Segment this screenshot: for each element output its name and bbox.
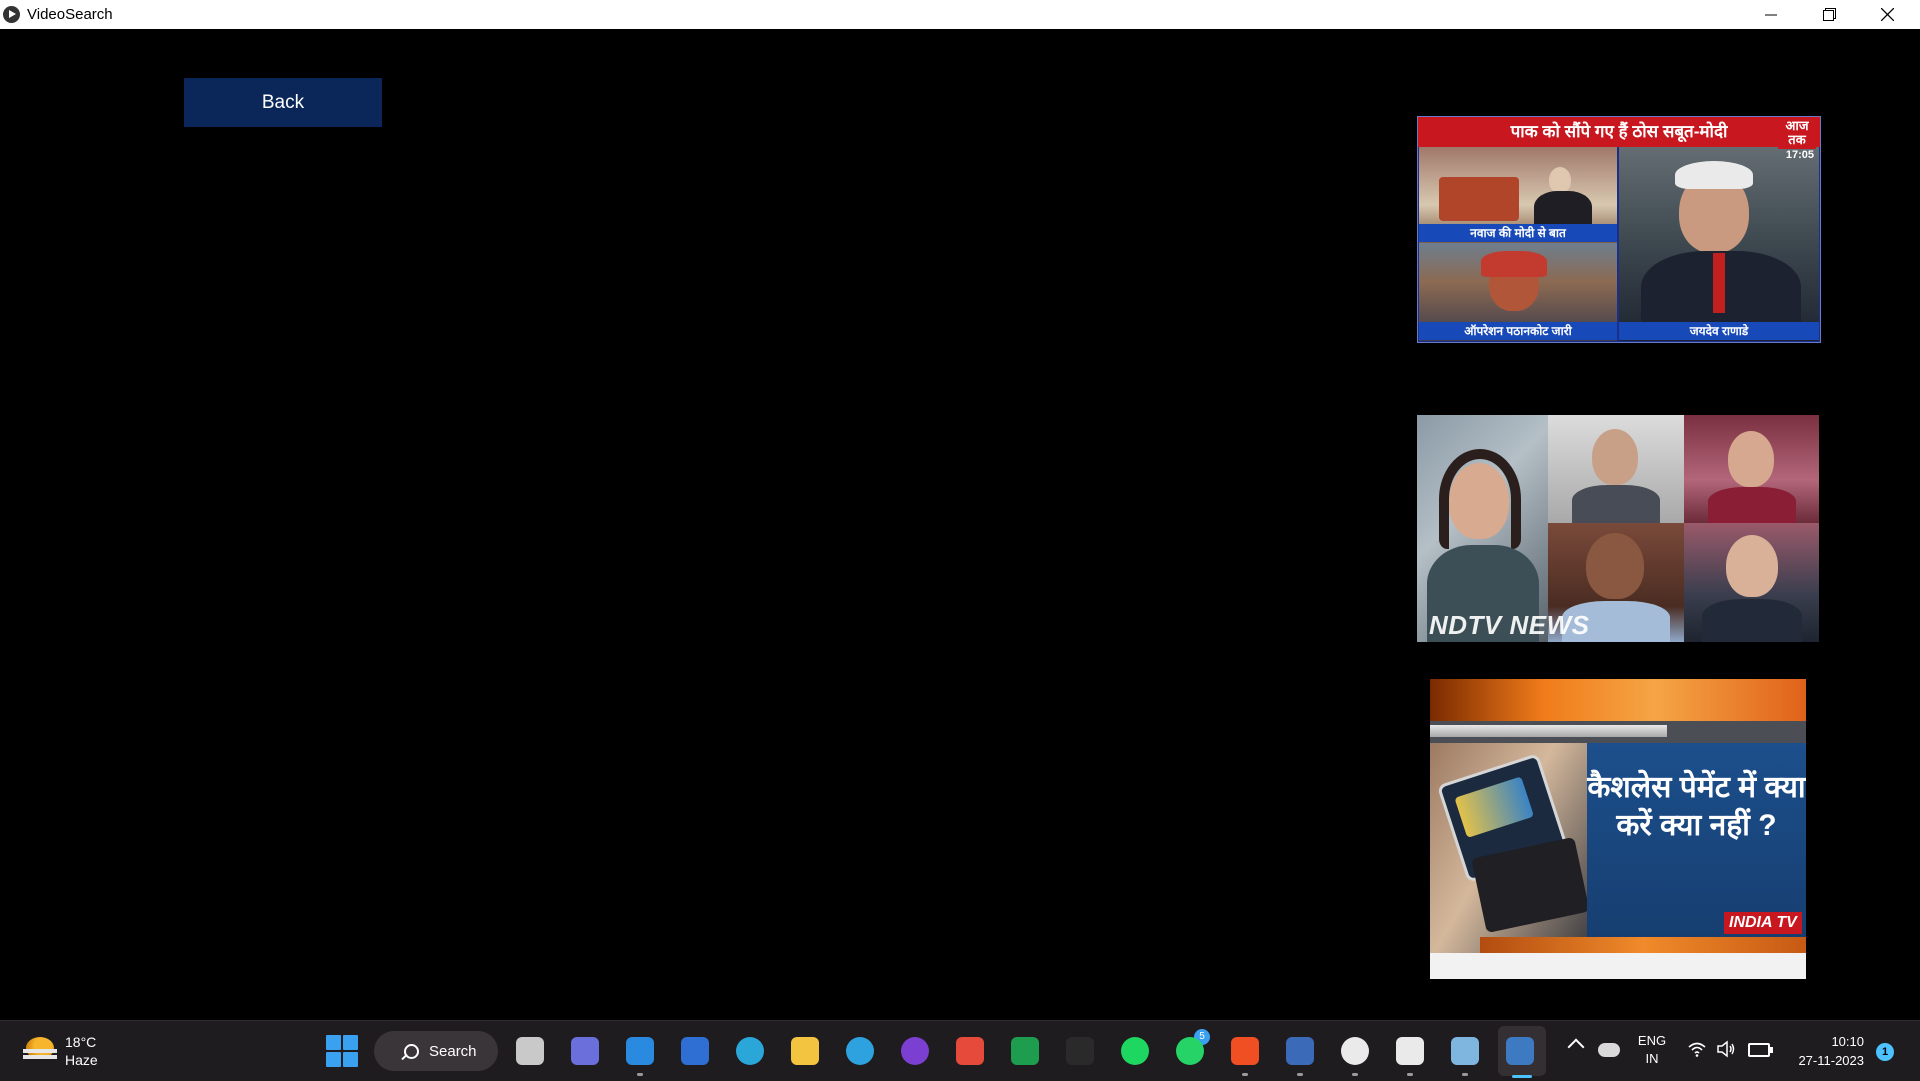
thumbnail-caption: जयदेव राणाडे [1619, 322, 1819, 340]
hair [1675, 161, 1753, 189]
show-hidden-icons-chevron-icon[interactable] [1567, 1038, 1585, 1056]
windows-logo-icon [326, 1035, 341, 1050]
volume-icon[interactable] [1716, 1040, 1736, 1058]
telegram-icon[interactable] [846, 1037, 874, 1065]
thumbnail-caption: नवाज की मोदी से बात [1419, 224, 1617, 242]
region-code: IN [1645, 1051, 1659, 1066]
channel-logo: INDIA TV [1724, 912, 1802, 934]
furniture [1439, 177, 1519, 221]
running-app-dot [637, 1073, 643, 1076]
notification-icon[interactable]: 1 [1876, 1043, 1894, 1061]
thumbnail-caption: ऑपरेशन पठानकोट जारी [1419, 322, 1617, 340]
title-bar: VideoSearch [0, 0, 1920, 29]
thumbnail-panel [1417, 415, 1548, 642]
task-view-icon[interactable] [516, 1037, 544, 1065]
language-code: ENG [1637, 1033, 1667, 1048]
channel-logo: आज तक [1778, 119, 1816, 149]
clock-time: 10:10 [1831, 1034, 1864, 1049]
onedrive-icon[interactable] [1598, 1043, 1620, 1057]
active-app-indicator [1512, 1075, 1532, 1078]
weather-condition: Haze [65, 1052, 98, 1068]
person-figure [1572, 485, 1660, 523]
taskbar-search[interactable]: Search [374, 1031, 498, 1071]
terminal-app-icon[interactable] [1396, 1037, 1424, 1065]
language-indicator[interactable]: ENG IN [1636, 1032, 1668, 1068]
tie [1713, 253, 1725, 313]
thumbnail-headline: पाक को सौंपे गए हैं ठोस सबूत-मोदी [1418, 117, 1820, 147]
restore-icon [1822, 8, 1836, 21]
teams-icon[interactable] [571, 1037, 599, 1065]
clock-date: 27-11-2023 [1798, 1053, 1864, 1068]
running-app-dot [1407, 1073, 1413, 1076]
thumbnail-panel [1548, 415, 1684, 523]
podcasts-icon[interactable] [901, 1037, 929, 1065]
thumbnail-headline: कैशलेस पेमेंट में क्या करें क्या नहीं ? [1587, 771, 1806, 842]
whatsapp-icon[interactable] [1176, 1037, 1204, 1065]
channel-logo: NDTV NEWS [1429, 610, 1590, 640]
thumbnail-footer [1430, 953, 1806, 979]
cap [1481, 251, 1547, 277]
close-icon [1880, 8, 1894, 21]
editor-icon[interactable] [1286, 1037, 1314, 1065]
app-icon [3, 6, 20, 23]
card-image [1454, 776, 1535, 838]
window-title: VideoSearch [27, 6, 113, 23]
windows-logo-icon [326, 1052, 341, 1067]
close-button[interactable] [1858, 0, 1916, 29]
battery-icon[interactable] [1748, 1043, 1773, 1057]
minimize-button[interactable] [1742, 0, 1800, 29]
running-app-dot [1462, 1073, 1468, 1076]
timestamp: 17:05 [1785, 149, 1814, 161]
restore-button[interactable] [1800, 0, 1858, 29]
start-button[interactable] [326, 1035, 358, 1067]
person-figure [1702, 599, 1802, 642]
person-figure [1708, 487, 1796, 523]
weather-widget[interactable]: 18°C Haze [22, 1031, 112, 1071]
classroom-icon[interactable] [1011, 1037, 1039, 1065]
person-figure [1728, 431, 1774, 487]
person-figure [1586, 533, 1644, 599]
video-thumbnail-2[interactable]: NDTV NEWS [1417, 415, 1819, 642]
spotify-icon[interactable] [1121, 1037, 1149, 1065]
file-explorer-icon[interactable] [791, 1037, 819, 1065]
thumbnail-panel [1619, 147, 1819, 341]
person-figure [1549, 167, 1571, 193]
windows-logo-icon [343, 1035, 358, 1050]
taskbar: 18°C Haze Search 5 ENG IN 10:10 27-11-20… [0, 1020, 1920, 1081]
windows-logo-icon [343, 1052, 358, 1067]
clock[interactable]: 10:10 27-11-2023 [1778, 1032, 1864, 1070]
running-app-dot [1352, 1073, 1358, 1076]
thumbnail-panel [1684, 523, 1819, 642]
person-figure [1592, 429, 1638, 485]
running-app-dot [1297, 1073, 1303, 1076]
running-app-dot [1242, 1073, 1248, 1076]
vscode-icon[interactable] [626, 1037, 654, 1065]
person-figure [1726, 535, 1778, 597]
weather-temperature: 18°C [65, 1034, 97, 1050]
wifi-icon[interactable] [1688, 1040, 1706, 1058]
python-icon[interactable] [1506, 1037, 1534, 1065]
minimize-icon [1765, 14, 1777, 15]
thumbnail-bar [1430, 725, 1667, 737]
brave-icon[interactable] [1231, 1037, 1259, 1065]
video-thumbnail-1[interactable]: पाक को सौंपे गए हैं ठोस सबूत-मोदी आज तक … [1417, 116, 1821, 343]
search-icon [404, 1043, 419, 1059]
snipping-tool-icon[interactable] [1451, 1037, 1479, 1065]
back-button[interactable]: Back [184, 78, 382, 127]
thumbnail-panel [1684, 415, 1819, 523]
green-app-icon[interactable] [1341, 1037, 1369, 1065]
thumbnail-banner [1430, 679, 1806, 721]
edge-icon[interactable] [736, 1037, 764, 1065]
video-thumbnail-3[interactable]: कैशलेस पेमेंट में क्या करें क्या नहीं ? … [1430, 679, 1806, 979]
search-label: Search [429, 1042, 477, 1060]
hair [1439, 449, 1521, 549]
weather-haze-icon [23, 1037, 57, 1059]
dark-app-icon[interactable] [1066, 1037, 1094, 1065]
microsoft-store-icon[interactable] [681, 1037, 709, 1065]
gmail-icon[interactable] [956, 1037, 984, 1065]
